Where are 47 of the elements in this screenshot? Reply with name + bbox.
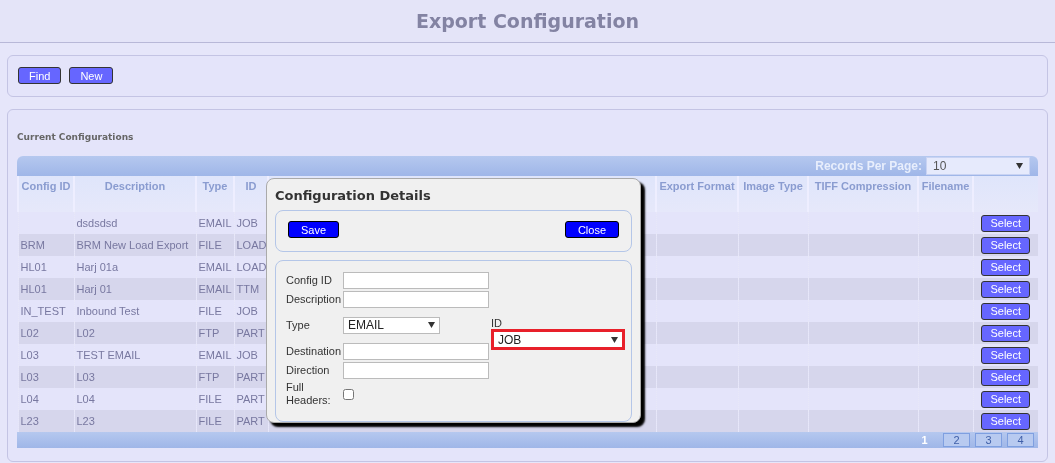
column-header: Type [196, 176, 234, 212]
records-per-page-label: Records Per Page: [815, 159, 922, 173]
save-button[interactable]: Save [288, 221, 340, 238]
select-button[interactable]: Select [981, 324, 1031, 342]
dialog-title: Configuration Details [275, 187, 432, 205]
field-label: Destination [286, 344, 343, 358]
column-header: Image Type [738, 176, 808, 212]
direction-field[interactable] [343, 361, 489, 379]
column-header: Filename [918, 176, 973, 212]
column-header: TIFF Compression [808, 176, 918, 212]
records-per-page-select[interactable]: 10 [926, 157, 1030, 175]
new-button[interactable]: New [69, 67, 114, 84]
description-field[interactable] [343, 290, 489, 308]
destination-field[interactable] [343, 342, 489, 360]
select-button[interactable]: Select [981, 302, 1031, 320]
field-label: Description [286, 292, 343, 306]
column-header: Description [74, 176, 196, 212]
page-title: Export Configuration [415, 10, 640, 32]
select-button[interactable]: Select [981, 236, 1031, 254]
select-button[interactable]: Select [981, 412, 1031, 430]
column-header: Config ID [18, 176, 74, 212]
select-button[interactable]: Select [981, 214, 1031, 232]
dropdown-arrow-icon [428, 322, 435, 328]
field-label: ID [491, 317, 503, 329]
close-button[interactable]: Close [564, 221, 619, 238]
field-label: Direction [286, 363, 331, 377]
find-button[interactable]: Find [18, 67, 62, 84]
field-label: Config ID [286, 273, 333, 287]
select-button[interactable]: Select [981, 280, 1031, 298]
select-button[interactable]: Select [981, 346, 1031, 364]
id-select[interactable]: JOB [491, 329, 625, 350]
full-headers-checkbox[interactable] [343, 388, 354, 400]
page-link[interactable]: 2 [943, 433, 970, 447]
field-label: Type [286, 318, 311, 332]
dropdown-arrow-icon [1016, 163, 1023, 169]
page-link[interactable]: 4 [1007, 433, 1034, 447]
config-id-field[interactable] [343, 271, 489, 289]
select-button[interactable]: Select [981, 390, 1031, 408]
select-button[interactable]: Select [981, 258, 1031, 276]
column-header: Export Format [656, 176, 738, 212]
select-button[interactable]: Select [981, 368, 1031, 386]
page-link[interactable]: 3 [975, 433, 1002, 447]
column-header: ID [234, 176, 268, 212]
dropdown-arrow-icon [611, 336, 618, 343]
field-label: Full Headers: [286, 381, 332, 407]
section-title: Current Configurations [17, 132, 135, 142]
type-select[interactable]: EMAIL [343, 316, 440, 334]
